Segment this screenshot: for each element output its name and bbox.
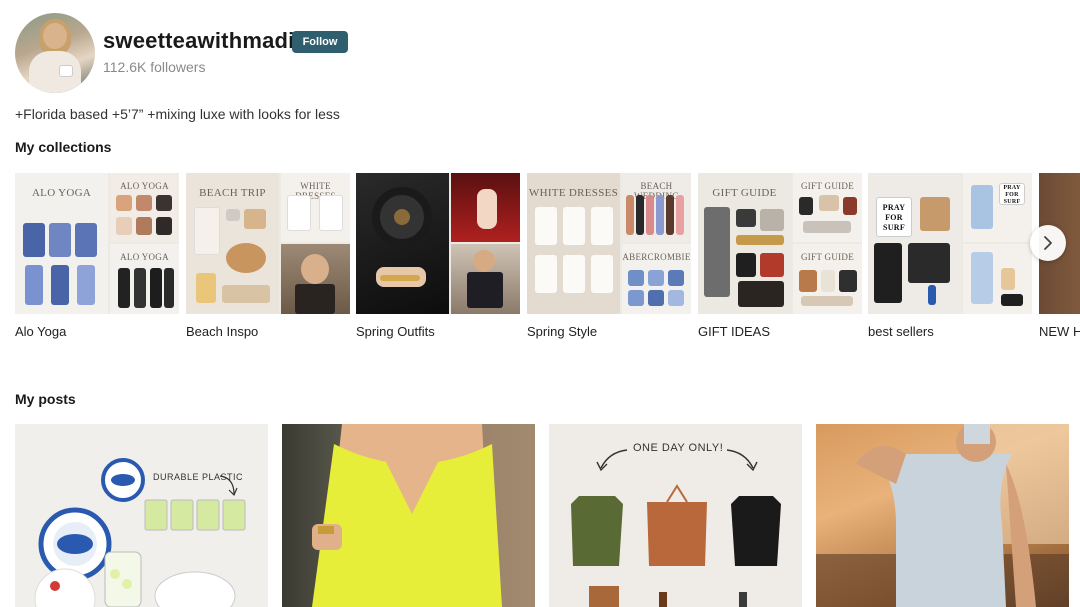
collections-heading: My collections [15, 139, 112, 155]
post-card[interactable] [282, 424, 535, 607]
collection-label: NEW H [1039, 324, 1080, 339]
collection-image: ALO YOGA [110, 173, 179, 242]
collection-thumbnail: BEACH TRIP WHITE DRESSES [186, 173, 350, 314]
collection-image: BEACH TRIP [186, 173, 279, 314]
collection-image-caption: ALO YOGA [31, 187, 92, 199]
collection-image-caption: GIFT GUIDE [800, 252, 855, 262]
collection-label: GIFT IDEAS [698, 324, 770, 339]
collection-image-caption: BEACH TRIP [199, 187, 266, 199]
profile-bio: +Florida based +5’7” +mixing luxe with l… [15, 106, 340, 122]
collection-image-caption: ABERCROMBIE [622, 252, 691, 262]
post-image [816, 424, 1069, 607]
collection-image: WHITE DRESSES [527, 173, 620, 314]
chevron-right-icon [1044, 236, 1052, 250]
post-card[interactable] [816, 424, 1069, 607]
collection-image: GIFT GUIDE [793, 244, 862, 314]
post-image [312, 424, 535, 607]
post-card[interactable]: DURABLE PLASTIC [15, 424, 268, 607]
avatar-cup [59, 65, 73, 77]
collection-image-caption: GIFT GUIDE [712, 187, 777, 199]
collection-label: Spring Outfits [356, 324, 435, 339]
profile-username: sweetteawithmadi [103, 28, 295, 53]
collection-label: Alo Yoga [15, 324, 67, 339]
collection-image-caption: WHITE DRESSES [528, 187, 619, 199]
collection-card-spring-style[interactable]: WHITE DRESSES BEACH WEDDING ABERCROMBIE [527, 173, 691, 339]
collection-image: ALO YOGA [15, 173, 108, 314]
posts-heading: My posts [15, 391, 76, 407]
collection-image [451, 173, 520, 242]
collections-carousel: ALO YOGA ALO YOGA ALO YOGA Alo Yoga BEAC… [15, 173, 1080, 343]
collection-label: Beach Inspo [186, 324, 259, 339]
collection-image: PRAY FOR SURF [963, 173, 1032, 242]
collection-image [356, 173, 449, 314]
profile-avatar[interactable] [15, 13, 95, 93]
avatar-face [43, 23, 67, 49]
collection-image-caption: PRAY FOR SURF [1003, 185, 1021, 205]
carousel-next-button[interactable] [1030, 225, 1066, 261]
collection-card-best-sellers[interactable]: PRAY FOR SURF PRAY FOR SURF best sellers [868, 173, 1032, 339]
collection-image-caption: GIFT GUIDE [800, 181, 855, 191]
collection-card-beach-inspo[interactable]: BEACH TRIP WHITE DRESSES Beach Inspo [186, 173, 350, 339]
collection-card-alo-yoga[interactable]: ALO YOGA ALO YOGA ALO YOGA Alo Yoga [15, 173, 179, 339]
collection-label: best sellers [868, 324, 934, 339]
collection-thumbnail: PRAY FOR SURF PRAY FOR SURF [868, 173, 1032, 314]
follower-count: 112.6K followers [103, 59, 206, 75]
collection-thumbnail: GIFT GUIDE GIFT GUIDE GIFT GUIDE [698, 173, 862, 314]
collection-image [451, 244, 520, 314]
post-card[interactable]: ONE DAY ONLY! [549, 424, 802, 607]
collection-thumbnail: ALO YOGA ALO YOGA ALO YOGA [15, 173, 179, 314]
collection-image: ALO YOGA [110, 244, 179, 314]
collection-card-gift-ideas[interactable]: GIFT GUIDE GIFT GUIDE GIFT GUIDE GIFT ID… [698, 173, 862, 339]
collection-image: BEACH WEDDING [622, 173, 691, 242]
collection-image: GIFT GUIDE [793, 173, 862, 242]
collection-card-spring-outfits[interactable]: Spring Outfits [356, 173, 520, 339]
collection-image-caption: ALO YOGA [120, 252, 169, 262]
follow-button[interactable]: Follow [292, 31, 348, 53]
collection-image [281, 244, 350, 314]
post-image [34, 458, 246, 607]
collection-image-caption: ALO YOGA [120, 181, 169, 191]
collection-image: ABERCROMBIE [622, 244, 691, 314]
collection-label: Spring Style [527, 324, 598, 339]
collection-image: GIFT GUIDE [698, 173, 791, 314]
collection-thumbnail [356, 173, 520, 314]
post-image [571, 449, 781, 607]
avatar-body [29, 51, 81, 93]
collection-image-caption: PRAY FOR SURF [882, 203, 906, 232]
collection-image: WHITE DRESSES [281, 173, 350, 242]
collection-image [963, 244, 1032, 314]
collection-image: PRAY FOR SURF [868, 173, 961, 314]
collection-thumbnail: WHITE DRESSES BEACH WEDDING ABERCROMBIE [527, 173, 691, 314]
